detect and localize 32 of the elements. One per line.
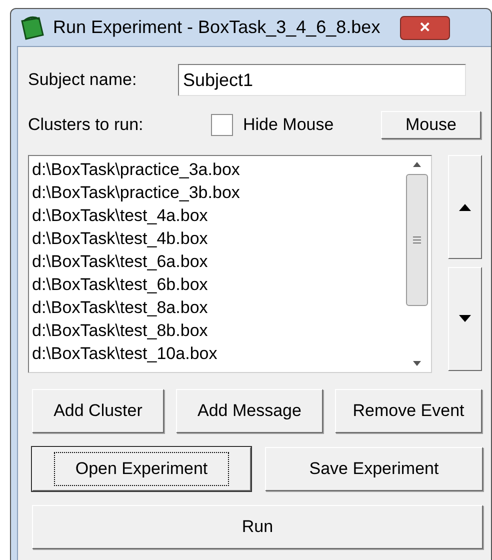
close-button[interactable]: ✕ [400,16,450,40]
cluster-item[interactable]: d:\BoxTask\test_4a.box [32,204,403,227]
cluster-item[interactable]: d:\BoxTask\test_4b.box [32,227,403,250]
mouse-button[interactable]: Mouse [381,111,481,139]
cluster-item[interactable]: d:\BoxTask\test_6a.box [32,250,403,273]
hide-mouse-checkbox[interactable]: Hide Mouse [211,112,381,138]
subject-label: Subject name: [28,69,138,92]
edit-button[interactable]: Remove Event [335,389,482,433]
cluster-item[interactable]: d:\BoxTask\test_8b.box [32,319,403,342]
cluster-item[interactable]: d:\BoxTask\test_8a.box [32,296,403,319]
checkbox-box[interactable] [211,114,233,136]
down-arrow-icon [459,315,471,323]
move-up-button[interactable] [448,155,482,259]
scroll-thumb[interactable] [406,174,428,306]
edit-button[interactable]: Add Message [176,389,323,433]
move-down-button[interactable] [448,267,482,371]
notebook-icon [19,14,45,40]
cluster-item[interactable]: d:\BoxTask\practice_3a.box [32,158,403,181]
scroll-up-icon[interactable] [412,160,422,168]
file-button[interactable]: Open Experiment [32,447,251,491]
scroll-down-icon[interactable] [412,360,422,368]
subject-field[interactable]: Subject1 [178,64,466,96]
window-title: Run Experiment - BoxTask_3_4_6_8.bex [53,16,380,39]
grip-icon [413,236,421,244]
cluster-item[interactable]: d:\BoxTask\test_10a.box [32,342,403,365]
clusters-label: Clusters to run: [28,114,144,136]
cluster-item[interactable]: d:\BoxTask\practice_3b.box [32,181,403,204]
cluster-item[interactable]: d:\BoxTask\test_6b.box [32,273,403,296]
file-button[interactable]: Save Experiment [265,447,483,491]
run-button[interactable]: Run [32,505,483,549]
up-arrow-icon [459,203,471,211]
edit-button[interactable]: Add Cluster [32,389,164,433]
